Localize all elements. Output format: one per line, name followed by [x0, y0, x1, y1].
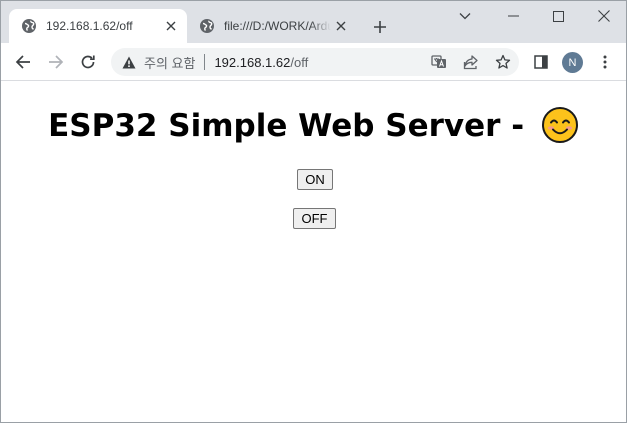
omnibox-actions — [423, 48, 519, 76]
tab-title: file:///D:/WORK/Arduino — [224, 19, 331, 33]
on-button[interactable]: ON — [297, 169, 333, 190]
close-icon[interactable] — [331, 16, 351, 36]
translate-icon[interactable] — [423, 48, 455, 76]
back-button[interactable] — [9, 48, 37, 76]
browser-toolbar: 주의 요함 192.168.1.62/off N — [1, 43, 626, 81]
maximize-button[interactable] — [535, 1, 581, 31]
menu-button[interactable] — [591, 48, 619, 76]
chevron-down-icon — [459, 13, 471, 20]
page-title-text: ESP32 Simple Web Server - — [48, 108, 535, 144]
warning-icon[interactable] — [122, 55, 136, 69]
arrow-right-icon — [49, 55, 64, 69]
window-close-button[interactable] — [581, 1, 626, 31]
page-title: ESP32 Simple Web Server - — [1, 103, 626, 149]
globe-icon — [199, 18, 215, 34]
close-icon — [598, 10, 610, 22]
off-button[interactable]: OFF — [293, 208, 336, 229]
tab-active[interactable]: 192.168.1.62/off — [9, 9, 187, 43]
url-host: 192.168.1.62 — [214, 54, 291, 70]
tab-title: 192.168.1.62/off — [46, 19, 133, 33]
globe-icon — [21, 18, 37, 34]
new-tab-button[interactable] — [369, 16, 391, 38]
smiling-face-icon — [541, 106, 579, 144]
forward-button[interactable] — [42, 48, 70, 76]
page-content: ESP32 Simple Web Server - ON OFF — [1, 82, 626, 422]
star-icon[interactable] — [487, 48, 519, 76]
tab-strip: 192.168.1.62/off file:///D:/WORK/Arduino — [1, 1, 626, 43]
side-panel-button[interactable] — [527, 48, 555, 76]
share-icon[interactable] — [455, 48, 487, 76]
security-label[interactable]: 주의 요함 — [144, 53, 195, 72]
browser-window: 192.168.1.62/off file:///D:/WORK/Arduino — [0, 0, 627, 423]
address-bar[interactable]: 주의 요함 192.168.1.62/off — [111, 48, 519, 76]
avatar[interactable]: N — [562, 52, 583, 73]
minimize-icon — [507, 15, 519, 17]
more-vert-icon — [603, 55, 607, 69]
close-icon[interactable] — [161, 16, 181, 36]
reload-icon — [81, 55, 95, 69]
tab-search-button[interactable] — [442, 1, 488, 31]
omnibox-divider — [204, 54, 206, 70]
reload-button[interactable] — [74, 48, 102, 76]
maximize-icon — [552, 10, 564, 22]
url-path: /off — [290, 54, 309, 70]
tab-inactive[interactable]: file:///D:/WORK/Arduino — [187, 9, 357, 43]
minimize-button[interactable] — [490, 1, 536, 31]
side-panel-icon — [534, 55, 548, 69]
arrow-left-icon — [15, 55, 30, 69]
